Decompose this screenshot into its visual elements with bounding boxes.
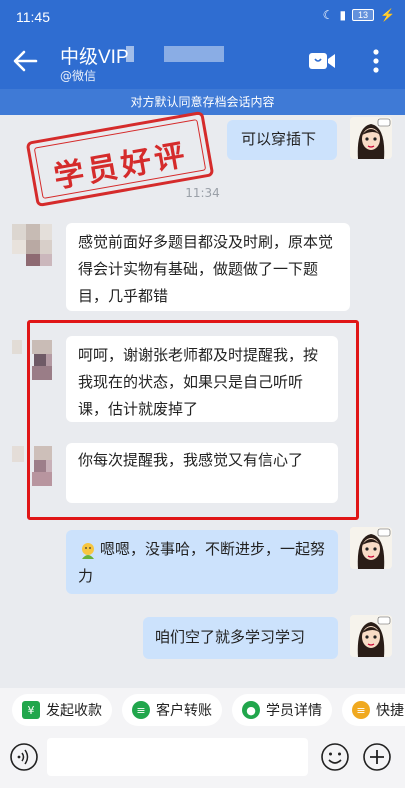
teacher-avatar[interactable] — [350, 527, 392, 569]
input-bar — [0, 732, 405, 788]
collect-payment-button[interactable]: ¥ 发起收款 — [12, 694, 112, 726]
student-avatar[interactable] — [12, 224, 52, 266]
customer-transfer-button[interactable]: ≡ 客户转账 — [122, 694, 222, 726]
teacher-avatar[interactable] — [350, 117, 392, 159]
message-input[interactable] — [47, 738, 308, 776]
shortcut-button[interactable]: ≡ 快捷 — [342, 694, 405, 726]
message-timestamp: 11:34 — [185, 186, 220, 200]
student-avatar[interactable] — [12, 340, 52, 380]
battery-icon: 13 — [352, 9, 375, 21]
user-icon: ● — [242, 701, 260, 719]
back-arrow-icon[interactable] — [10, 46, 40, 76]
status-icons: ☾ ▮ 13 ⚡ — [323, 8, 395, 22]
teacher-avatar[interactable] — [350, 615, 392, 657]
quick-actions-bar: ¥ 发起收款 ≡ 客户转账 ● 学员详情 ≡ 快捷 — [0, 688, 405, 732]
voice-icon[interactable] — [9, 742, 39, 772]
emoji-icon[interactable] — [320, 742, 350, 772]
message-bubble[interactable]: 嗯嗯，没事哈，不断进步，一起努力 — [66, 530, 338, 594]
status-time: 11:45 — [16, 9, 50, 25]
do-not-disturb-icon: ☾ — [322, 8, 334, 22]
video-call-icon[interactable] — [307, 49, 337, 73]
quick-action-label: 学员详情 — [266, 703, 322, 719]
message-bubble[interactable]: 呵呵，谢谢张老师都及时提醒我，按我现在的状态，如果只是自己听听课，估计就废掉了 — [66, 336, 338, 422]
archive-notice: 对方默认同意存档会话内容 — [0, 89, 405, 115]
message-bubble[interactable]: 感觉前面好多题目都没及时刷，原本觉得会计实物有基础，做题做了一下题目，几乎都错 — [66, 223, 350, 311]
more-vertical-icon[interactable] — [368, 47, 384, 75]
status-bar: 11:45 ☾ ▮ 13 ⚡ — [0, 0, 405, 34]
message-text: 嗯嗯，没事哈，不断进步，一起努力 — [78, 540, 326, 585]
signal-icon: ▮ — [339, 8, 347, 22]
redacted-name — [164, 46, 224, 62]
quick-action-label: 客户转账 — [156, 703, 212, 719]
student-details-button[interactable]: ● 学员详情 — [232, 694, 332, 726]
quick-action-label: 发起收款 — [46, 703, 102, 719]
thumbs-up-emoji-icon — [82, 543, 94, 559]
message-bubble[interactable]: 咱们空了就多学习学习 — [143, 617, 338, 659]
student-avatar[interactable] — [12, 446, 52, 486]
chat-title: 中级VIP — [60, 47, 129, 68]
plus-icon[interactable] — [362, 742, 392, 772]
message-bubble[interactable]: 你每次提醒我，我感觉又有信心了 — [66, 443, 338, 503]
quick-action-label: 快捷 — [376, 703, 404, 719]
message-bubble[interactable]: 可以穿插下 — [227, 120, 337, 160]
chat-header: 中级VIP @微信 — [0, 34, 405, 89]
shortcut-icon: ≡ — [352, 701, 370, 719]
chat-subtitle: @微信 — [60, 69, 97, 83]
transfer-icon: ≡ — [132, 701, 150, 719]
charging-icon: ⚡ — [380, 8, 395, 22]
payment-icon: ¥ — [22, 701, 40, 719]
redacted-name — [126, 46, 134, 62]
